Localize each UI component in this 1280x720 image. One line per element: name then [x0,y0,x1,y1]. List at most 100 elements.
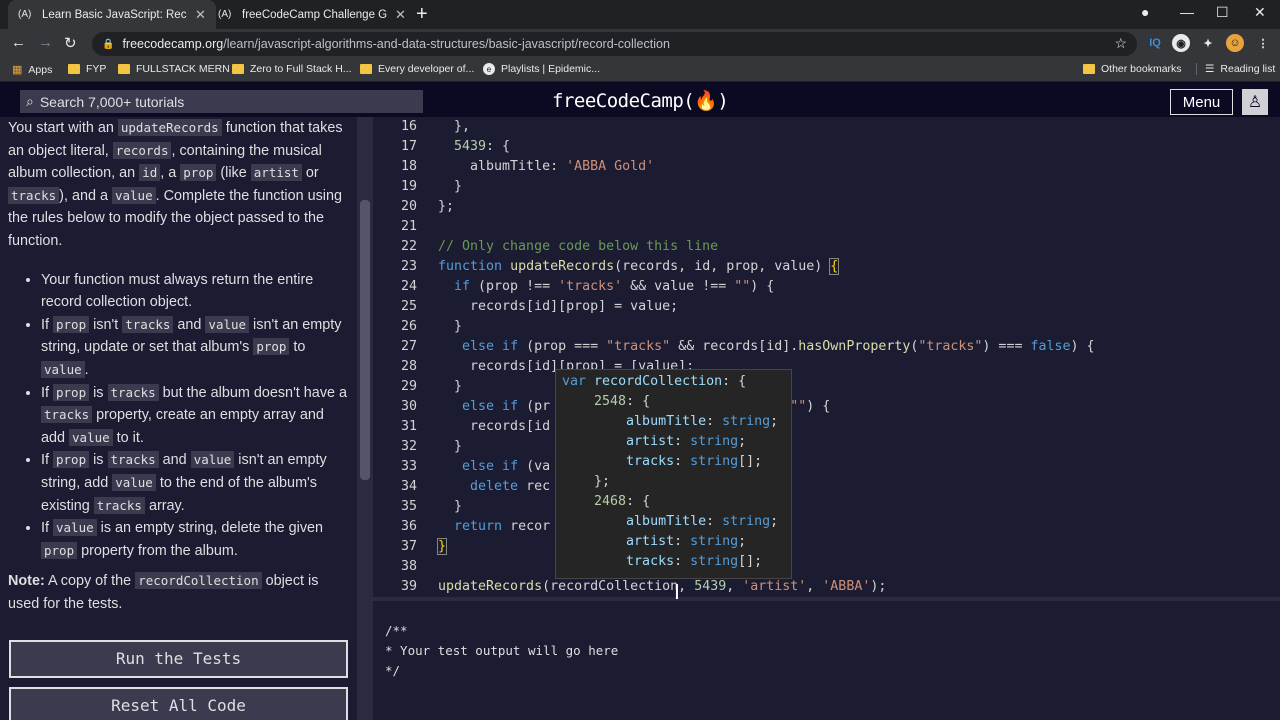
line-number: 17 [400,139,417,154]
url-domain: freecodecamp.org [122,37,224,51]
bookmark-playlists[interactable]: e Playlists | Epidemic... [483,63,600,75]
rules-list: Your function must always return the ent… [8,269,349,563]
code-line: // Only change code below this line [438,239,719,254]
line-number: 26 [400,319,417,334]
menu-button[interactable]: Menu [1170,89,1233,115]
folder-icon [68,64,80,74]
profile-avatar-icon[interactable]: ☺ [1226,34,1244,52]
line-number: 37 [400,539,417,554]
line-number: 21 [400,219,417,234]
forward-arrow-icon[interactable]: → [38,34,53,51]
bookmark-label: Other bookmarks [1101,63,1182,75]
hover-type-tooltip: var recordCollection: { 2548: { albumTit… [555,369,792,579]
new-tab-plus-icon[interactable]: + [416,3,428,26]
line-number: 33 [400,459,417,474]
tab-title: freeCodeCamp Challenge Guide: [242,8,387,21]
extensions-puzzle-icon[interactable]: ✦ [1199,34,1217,52]
folder-icon [118,64,130,74]
test-output-panel: /** * Your test output will go here */ [373,601,1280,720]
bookmark-zero-to-full-stack[interactable]: Zero to Full Stack H... [232,63,352,75]
code-line: else if (va [462,459,551,474]
browser-tab-strip: (A) Learn Basic JavaScript: Record Co ✕ … [0,0,1280,29]
tooltip-line: 2468: { [594,494,651,509]
tooltip-line: artist: string; [626,534,747,549]
fcc-navbar: ⌕ Search 7,000+ tutorials freeCodeCamp(🔥… [0,86,1280,117]
line-number: 34 [400,479,417,494]
reload-icon[interactable]: ↻ [64,34,77,52]
fcc-favicon-icon: (A) [218,9,232,20]
epidemic-sound-icon: e [483,63,495,75]
close-icon[interactable]: ✕ [395,7,406,23]
profile-record-icon[interactable]: ● [1141,4,1149,20]
code-line: records[id][prop] = value; [438,299,679,314]
line-number: 16 [400,119,417,134]
tooltip-line: var recordCollection: { [562,374,747,389]
line-number: 19 [400,179,417,194]
line-number: 18 [400,159,417,174]
tooltip-line: albumTitle: string; [626,514,779,529]
search-icon: ⌕ [26,93,34,109]
close-icon[interactable]: ✕ [195,7,206,23]
code-line: 5439: { [454,139,511,154]
other-bookmarks[interactable]: Other bookmarks [1083,63,1182,75]
user-avatar-icon[interactable]: ♙ [1242,89,1268,115]
tooltip-line: albumTitle: string; [626,414,779,429]
tooltip-line: }; [562,474,611,489]
tooltip-line: 2548: { [594,394,651,409]
code-line: albumTitle: 'ABBA Gold' [438,159,655,174]
rule-item: If prop is tracks but the album doesn't … [41,382,349,450]
bookmark-fullstack-mern[interactable]: FULLSTACK MERN [118,63,230,75]
lock-icon: 🔒 [102,38,115,50]
code-line: return recor [454,519,551,534]
bookmark-label: FYP [86,63,107,75]
line-number: 31 [400,419,417,434]
bookmark-star-icon[interactable]: ☆ [1114,35,1127,52]
search-input[interactable]: ⌕ Search 7,000+ tutorials [20,90,423,113]
folder-icon [232,64,244,74]
editor-scrollbar[interactable] [1268,117,1280,597]
code-line: }; [438,199,455,214]
bookmark-label: Every developer of... [378,63,475,75]
fcc-favicon-icon: (A) [18,9,32,20]
browser-toolbar: ← → ↻ 🔒 freecodecamp.org /learn/javascri… [0,29,1280,59]
code-line: } [438,179,463,194]
browser-tab-challenge-guide[interactable]: (A) freeCodeCamp Challenge Guide: ✕ [208,0,416,29]
code-line: delete rec [470,479,551,494]
bookmark-every-developer[interactable]: Every developer of... [360,63,474,75]
bookmarks-bar: ▦ Apps FYP FULLSTACK MERN Zero to Full S… [0,59,1280,82]
owl-extension-icon[interactable]: ◉ [1172,34,1190,52]
code-line: if (prop !== 'tracks' && value !== "") { [454,279,775,294]
reading-list[interactable]: ☰ Reading list [1196,63,1275,75]
browser-menu-icon[interactable]: ⋮ [1254,34,1272,52]
panel-scrollbar-thumb[interactable] [360,200,370,480]
address-bar[interactable]: 🔒 freecodecamp.org /learn/javascript-alg… [92,32,1137,56]
url-path: /learn/javascript-algorithms-and-data-st… [223,37,670,51]
line-number: 35 [400,499,417,514]
code-line: updateRecords(recordCollection, 5439, 'a… [438,579,887,594]
tab-title: Learn Basic JavaScript: Record Co [42,8,187,21]
reset-code-button[interactable]: Reset All Code [9,687,348,720]
code-editor[interactable]: 16 }, 17 5439: { 18 albumTitle: 'ABBA Go… [373,117,1280,597]
back-arrow-icon[interactable]: ← [11,34,26,51]
iq-extension-icon[interactable]: IQ [1146,34,1164,52]
line-number: 38 [400,559,417,574]
browser-tab-record-collection[interactable]: (A) Learn Basic JavaScript: Record Co ✕ [8,0,216,29]
line-number: 27 [400,339,417,354]
code-line: }, [438,119,471,134]
window-close-icon[interactable]: ✕ [1254,4,1266,21]
code-line: } [438,439,463,454]
folder-icon [1083,64,1095,74]
maximize-icon[interactable]: ☐ [1216,4,1229,21]
tooltip-line: tracks: string[]; [626,454,763,469]
tooltip-line: tracks: string[]; [626,554,763,569]
minimize-icon[interactable]: — [1180,4,1194,20]
bookmark-fyp[interactable]: FYP [68,63,106,75]
line-number: 39 [400,579,417,594]
code-line: records[id [438,419,551,434]
run-tests-button[interactable]: Run the Tests [9,640,348,678]
bookmark-apps[interactable]: ▦ Apps [12,63,53,77]
bookmark-label: Apps [28,63,53,76]
code-line: } [438,499,463,514]
fcc-logo[interactable]: freeCodeCamp(🔥) [552,89,729,112]
folder-icon [360,64,372,74]
